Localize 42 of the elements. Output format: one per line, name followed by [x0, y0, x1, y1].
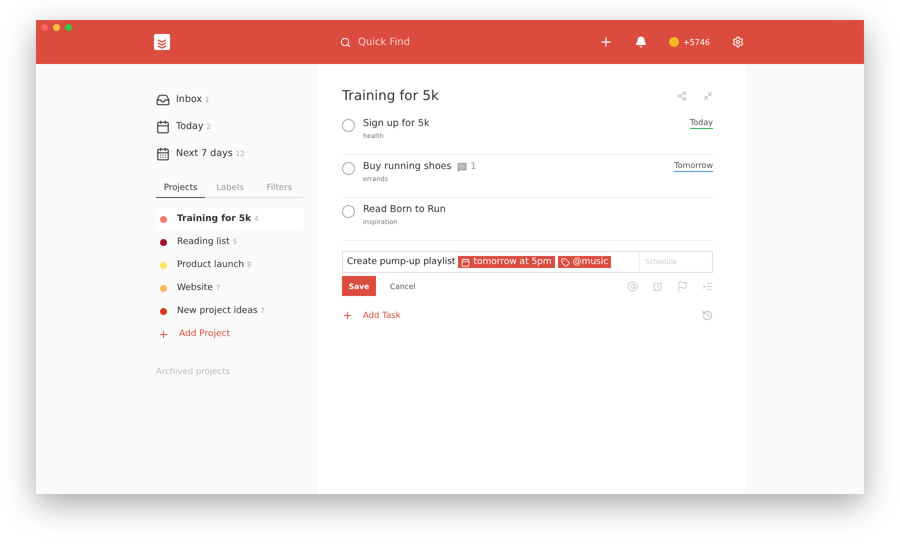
logo-icon[interactable]	[154, 34, 170, 50]
collapse-icon[interactable]	[703, 91, 713, 101]
task-name: Read Born to Run	[363, 204, 446, 215]
zoom-window-button[interactable]	[65, 24, 72, 31]
task-checkbox[interactable]	[342, 162, 355, 175]
plus-icon	[342, 310, 353, 321]
task-checkbox[interactable]	[342, 205, 355, 218]
task-checkbox[interactable]	[342, 119, 355, 132]
due-date[interactable]: Today	[690, 118, 713, 129]
alarm-icon[interactable]	[652, 280, 663, 292]
flag-icon[interactable]	[677, 280, 688, 292]
history-icon[interactable]	[702, 310, 713, 321]
comment-icon[interactable]	[457, 162, 468, 172]
calendar-icon	[156, 146, 170, 160]
plus-icon	[158, 328, 169, 340]
calendar-icon	[156, 120, 170, 134]
add-icon[interactable]	[598, 35, 613, 49]
comment-count: 1	[470, 162, 476, 172]
add-project-link[interactable]: Add Project	[179, 329, 230, 339]
search-icon	[340, 36, 351, 48]
sidebar-tab[interactable]: Projects	[156, 179, 206, 198]
close-window-button[interactable]	[41, 24, 48, 31]
minimize-window-button[interactable]	[53, 24, 60, 31]
label-tag: @music	[558, 256, 612, 268]
task-name: Buy running shoes	[363, 161, 452, 172]
add-task-link[interactable]: Add Task	[363, 310, 401, 320]
calendar-icon	[461, 258, 470, 266]
bell-icon[interactable]	[634, 36, 647, 48]
date-tag: tomorrow at 5pm	[458, 256, 555, 268]
tag-icon	[560, 258, 570, 266]
project-title: Training for 5k	[342, 88, 439, 104]
settings-icon[interactable]	[732, 36, 744, 48]
karma-icon	[668, 37, 679, 47]
task-name: Sign up for 5k	[363, 118, 430, 129]
karma-count: +5746	[682, 38, 710, 46]
due-date[interactable]: Tomorrow	[674, 161, 713, 172]
search-field[interactable]: Quick Find	[356, 36, 500, 48]
inbox-icon	[156, 92, 170, 106]
indent-icon[interactable]	[702, 280, 713, 292]
share-icon[interactable]	[677, 91, 687, 101]
task-text: Create pump-up playlist	[347, 257, 456, 267]
at-icon[interactable]	[627, 280, 638, 292]
